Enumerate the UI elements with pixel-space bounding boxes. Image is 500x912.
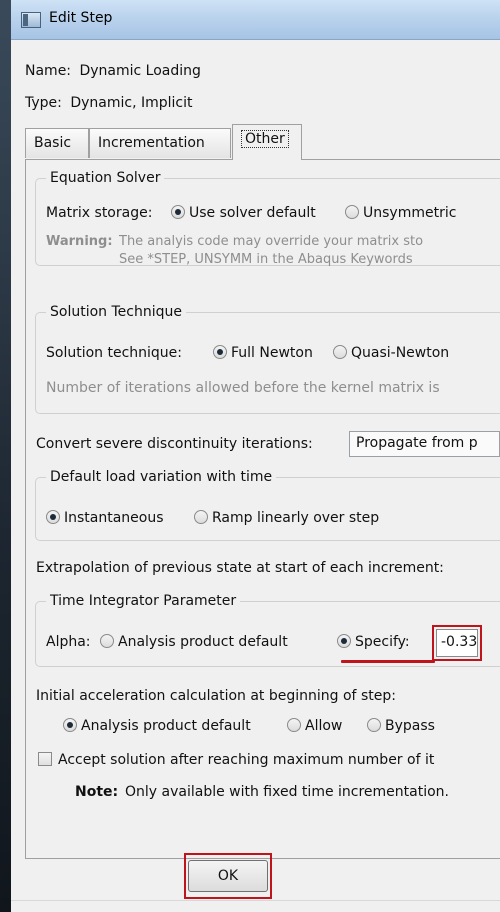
discontinuity-combobox[interactable]: Propagate from p: [349, 431, 500, 457]
specify-highlight: [341, 660, 435, 663]
window-title: Edit Step: [49, 10, 113, 26]
warning-text-line2: See *STEP, UNSYMM in the Abaqus Keywords: [119, 252, 413, 267]
ok-button-highlight: [184, 853, 272, 899]
radio-icon: [63, 718, 77, 732]
alpha-specify-radio[interactable]: Specify:: [337, 634, 410, 650]
load-variation-group: Default load variation with time: [35, 469, 500, 541]
iterations-text: Number of iterations allowed before the …: [46, 380, 440, 396]
discontinuity-value: Propagate from p: [356, 435, 478, 451]
radio-icon: [367, 718, 381, 732]
step-type-row: Type: Dynamic, Implicit: [25, 95, 192, 111]
type-label: Type:: [25, 95, 62, 111]
discontinuity-label: Convert severe discontinuity iterations:: [36, 436, 313, 452]
accept-solution-checkbox[interactable]: Accept solution after reaching maximum n…: [38, 752, 434, 768]
background-window-strip: [0, 0, 11, 912]
alpha-value-highlight: [432, 625, 482, 661]
solution-technique-legend: Solution Technique: [50, 304, 182, 320]
matrix-storage-unsymmetric-radio[interactable]: Unsymmetric: [345, 205, 456, 221]
note-text: Only available with fixed time increment…: [125, 784, 449, 800]
tab-basic[interactable]: Basic: [25, 128, 89, 158]
checkbox-icon: [38, 752, 52, 766]
tab-other[interactable]: Other: [232, 124, 302, 160]
matrix-storage-solver-default-radio[interactable]: Use solver default: [171, 205, 316, 221]
solution-technique-label: Solution technique:: [46, 345, 183, 361]
accel-analysis-default-radio[interactable]: Analysis product default: [63, 718, 251, 734]
alpha-analysis-default-radio[interactable]: Analysis product default: [100, 634, 288, 650]
tab-incrementation-label: Incrementation: [98, 135, 205, 151]
radio-icon: [171, 205, 185, 219]
name-label: Name:: [25, 63, 72, 79]
radio-icon: [194, 510, 208, 524]
matrix-storage-label: Matrix storage:: [46, 205, 153, 221]
step-name-row: Name: Dynamic Loading: [25, 63, 201, 79]
radio-icon: [337, 634, 351, 648]
edit-step-dialog: Edit Step Name: Dynamic Loading Type: Dy…: [11, 0, 500, 912]
radio-icon: [345, 205, 359, 219]
name-value: Dynamic Loading: [79, 63, 201, 79]
time-integrator-legend: Time Integrator Parameter: [50, 593, 237, 609]
radio-icon: [213, 345, 227, 359]
warning-label: Warning:: [46, 234, 113, 249]
load-variation-legend: Default load variation with time: [50, 469, 273, 485]
radio-icon: [333, 345, 347, 359]
quasi-newton-radio[interactable]: Quasi-Newton: [333, 345, 449, 361]
warning-text-line1: The analyis code may override your matri…: [119, 234, 424, 249]
tab-basic-label: Basic: [34, 135, 72, 151]
accel-allow-radio[interactable]: Allow: [287, 718, 342, 734]
tab-incrementation[interactable]: Incrementation: [89, 128, 231, 158]
equation-solver-legend: Equation Solver: [50, 170, 161, 186]
title-bar[interactable]: Edit Step: [11, 0, 500, 40]
initial-acceleration-label: Initial acceleration calculation at begi…: [36, 688, 396, 704]
tab-other-label: Other: [241, 130, 289, 148]
note-label: Note:: [75, 784, 119, 800]
alpha-label: Alpha:: [46, 634, 91, 650]
dialog-bottom-edge: [11, 900, 500, 912]
instantaneous-radio[interactable]: Instantaneous: [46, 510, 164, 526]
full-newton-radio[interactable]: Full Newton: [213, 345, 313, 361]
type-value: Dynamic, Implicit: [70, 95, 193, 111]
radio-icon: [100, 634, 114, 648]
ramp-linearly-radio[interactable]: Ramp linearly over step: [194, 510, 379, 526]
radio-icon: [46, 510, 60, 524]
accel-bypass-radio[interactable]: Bypass: [367, 718, 435, 734]
app-window-icon: [21, 12, 41, 28]
extrapolation-label: Extrapolation of previous state at start…: [36, 560, 444, 576]
radio-icon: [287, 718, 301, 732]
time-integrator-group: Time Integrator Parameter: [35, 593, 500, 667]
